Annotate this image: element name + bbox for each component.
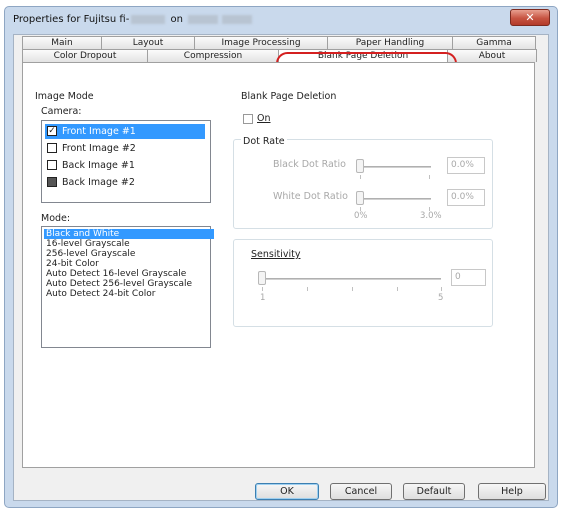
default-button[interactable]: Default: [403, 483, 465, 500]
help-button[interactable]: Help: [478, 483, 546, 500]
white-dot-slider-handle[interactable]: [356, 191, 364, 205]
sensitivity-track[interactable]: [261, 278, 441, 280]
tab-row-back: Main Layout Image Processing Paper Handl…: [22, 36, 536, 49]
on-checkbox[interactable]: [243, 114, 253, 124]
mode-item[interactable]: Auto Detect 16-level Grayscale: [44, 269, 214, 279]
tab-compression[interactable]: Compression: [147, 49, 279, 62]
white-dot-track[interactable]: [359, 198, 431, 200]
mode-item[interactable]: 256-level Grayscale: [44, 249, 214, 259]
image-mode-label: Image Mode: [35, 91, 94, 102]
close-icon: ✕: [525, 11, 535, 24]
on-label-text: On: [257, 113, 271, 124]
mode-listbox[interactable]: Black and White 16-level Grayscale 256-l…: [41, 226, 214, 348]
sens-tick-3: [352, 287, 353, 291]
sens-tick-5: [441, 287, 442, 291]
camera-item-front-2[interactable]: Front Image #2: [45, 141, 205, 156]
title-bar[interactable]: Properties for Fujitsu fi- on ✕: [5, 7, 557, 33]
checkbox-back-1[interactable]: [47, 160, 57, 170]
mode-label: Mode:: [41, 213, 71, 224]
redacted-host-2: [222, 14, 253, 24]
camera-item-label: Front Image #2: [62, 143, 136, 154]
black-dot-value[interactable]: 0.0%: [447, 157, 485, 174]
checkbox-back-2[interactable]: [47, 177, 57, 187]
camera-label: Camera:: [41, 106, 82, 117]
camera-item-label: Back Image #1: [62, 160, 135, 171]
checkbox-front-1[interactable]: ✓: [47, 126, 57, 136]
on-label: On: [257, 113, 271, 124]
tab-gamma[interactable]: Gamma: [452, 36, 536, 49]
sens-tick-1: [262, 287, 263, 291]
dot-rate-label: Dot Rate: [241, 136, 287, 147]
sens-max: 5: [438, 293, 444, 303]
tab-image-processing[interactable]: Image Processing: [194, 36, 328, 49]
mode-item[interactable]: Auto Detect 256-level Grayscale: [44, 279, 214, 289]
camera-item-back-2[interactable]: Back Image #2: [45, 175, 205, 190]
close-button[interactable]: ✕: [510, 9, 550, 26]
tab-layout[interactable]: Layout: [101, 36, 195, 49]
sensitivity-label-text: Sensitivity: [251, 249, 301, 260]
mode-item[interactable]: 24-bit Color: [44, 259, 214, 269]
tab-panel: Image Mode Camera: ✓ Front Image #1 Fron…: [22, 62, 535, 468]
white-dot-value[interactable]: 0.0%: [447, 189, 485, 206]
title-on: on: [170, 14, 183, 25]
camera-listbox[interactable]: ✓ Front Image #1 Front Image #2 Back Ima…: [41, 120, 211, 203]
sens-tick-2: [307, 287, 308, 291]
sensitivity-slider-handle[interactable]: [258, 271, 266, 285]
camera-item-label: Back Image #2: [62, 177, 135, 188]
tab-color-dropout[interactable]: Color Dropout: [22, 49, 148, 62]
sens-tick-4: [397, 287, 398, 291]
black-dot-slider-handle[interactable]: [356, 159, 364, 173]
title-prefix: Properties for Fujitsu fi-: [13, 14, 130, 25]
mode-item[interactable]: Black and White: [44, 229, 214, 239]
blank-page-group-label: Blank Page Deletion: [241, 91, 337, 102]
cancel-button[interactable]: Cancel: [330, 483, 392, 500]
sensitivity-label: Sensitivity: [251, 249, 300, 260]
black-dot-tick-max: [429, 175, 430, 179]
ok-button[interactable]: OK: [255, 483, 319, 500]
window-title: Properties for Fujitsu fi- on: [13, 14, 254, 25]
white-dot-label: White Dot Ratio: [273, 191, 348, 202]
dot-scale-max: 3.0%: [420, 211, 442, 221]
tab-main[interactable]: Main: [22, 36, 102, 49]
tab-paper-handling[interactable]: Paper Handling: [327, 36, 453, 49]
camera-item-back-1[interactable]: Back Image #1: [45, 158, 205, 173]
mode-item[interactable]: 16-level Grayscale: [44, 239, 214, 249]
redacted-host: [188, 14, 219, 24]
checkbox-front-2[interactable]: [47, 143, 57, 153]
sensitivity-value[interactable]: 0: [451, 269, 486, 286]
camera-item-front-1[interactable]: ✓ Front Image #1: [45, 124, 205, 139]
black-dot-tick-min: [360, 175, 361, 179]
tab-about[interactable]: About: [447, 49, 537, 62]
sens-min: 1: [260, 293, 266, 303]
black-dot-label: Black Dot Ratio: [273, 159, 346, 170]
mode-item[interactable]: Auto Detect 24-bit Color: [44, 289, 214, 299]
dot-scale-min: 0%: [354, 211, 368, 221]
camera-item-label: Front Image #1: [62, 126, 136, 137]
black-dot-track[interactable]: [359, 166, 431, 168]
redacted-model: [131, 14, 166, 24]
